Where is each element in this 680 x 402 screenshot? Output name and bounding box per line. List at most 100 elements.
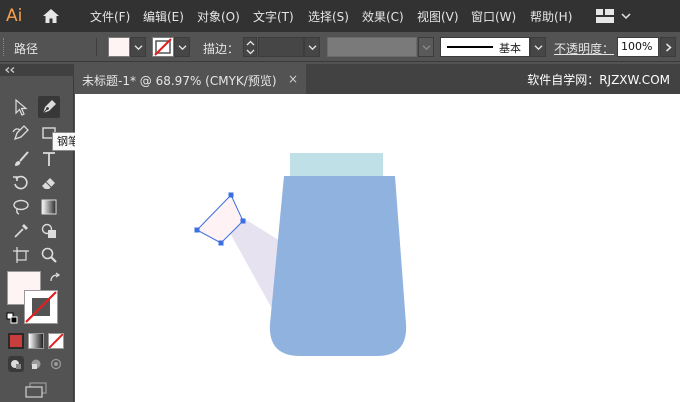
variable-width-profile[interactable] — [327, 37, 417, 57]
opacity-label[interactable]: 不透明度： — [554, 40, 614, 57]
no-stroke-icon — [25, 291, 57, 323]
anchor-point[interactable] — [228, 192, 234, 198]
artwork — [194, 153, 407, 356]
lasso-icon — [13, 199, 29, 215]
menu-effect[interactable]: 效果(C) — [362, 8, 404, 25]
anchor-point[interactable] — [218, 240, 224, 246]
selection-tool[interactable] — [10, 96, 32, 118]
gradient-mode-button[interactable] — [28, 333, 44, 349]
default-colors-icon[interactable] — [6, 312, 18, 324]
menu-file[interactable]: 文件(F) — [90, 8, 130, 25]
menu-help[interactable]: 帮助(H) — [530, 8, 572, 25]
menu-select[interactable]: 选择(S) — [308, 8, 349, 25]
fill-dropdown[interactable] — [130, 37, 146, 57]
paintbrush-icon — [15, 151, 29, 166]
brush-definition[interactable]: 基本 — [440, 37, 530, 57]
draw-behind-button[interactable] — [28, 356, 44, 372]
paintbrush-tool[interactable] — [10, 148, 32, 170]
chevron-right-icon — [666, 43, 672, 52]
stepper-arrows-icon — [246, 40, 255, 55]
color-mode-button[interactable] — [8, 333, 24, 349]
menu-type[interactable]: 文字(T) — [253, 8, 294, 25]
stroke-dropdown[interactable] — [174, 37, 190, 57]
eraser-tool[interactable] — [38, 172, 60, 194]
document-tab-title: 未标题-1* @ 68.97% (CMYK/预览) — [82, 74, 277, 88]
brush-style-label: 基本 — [499, 42, 521, 55]
rotate-tool[interactable] — [10, 172, 32, 194]
rotate-icon — [13, 175, 28, 190]
draw-normal-button[interactable] — [8, 356, 24, 372]
menu-bar: Ai 文件(F) 编辑(E) 对象(O) 文字(T) 选择(S) 效果(C) 视… — [0, 0, 680, 32]
stroke-weight-label: 描边： — [203, 42, 240, 56]
home-icon[interactable] — [42, 8, 60, 24]
divider — [96, 38, 97, 56]
pen-tool[interactable] — [38, 96, 60, 118]
document-tab[interactable]: 未标题-1* @ 68.97% (CMYK/预览) × — [74, 64, 306, 94]
chevron-down-icon — [134, 45, 143, 51]
chevron-down-icon — [534, 45, 543, 51]
pen-icon — [42, 100, 56, 114]
close-icon[interactable]: × — [288, 72, 298, 86]
curvature-tool[interactable] — [10, 122, 32, 144]
kettle-body-shape[interactable] — [269, 176, 407, 356]
draw-inside-icon — [50, 358, 62, 370]
workspace-switcher-icon[interactable] — [596, 9, 614, 23]
none-mode-button[interactable] — [48, 333, 64, 349]
curvature-pen-icon — [12, 125, 29, 141]
stroke-weight-dropdown[interactable] — [304, 37, 320, 57]
artboard-icon — [13, 247, 29, 263]
eraser-icon — [42, 178, 55, 189]
brush-stroke-preview — [447, 46, 493, 48]
eyedropper-icon — [14, 224, 28, 238]
artboard-tool[interactable] — [10, 244, 32, 266]
variable-width-dropdown[interactable] — [418, 37, 434, 57]
chevron-down-icon — [308, 45, 317, 51]
chevron-down-icon — [422, 45, 431, 51]
shape-builder-tool[interactable] — [38, 220, 60, 242]
eyedropper-tool[interactable] — [10, 220, 32, 242]
artboard-canvas[interactable] — [75, 94, 680, 402]
stroke-weight-stepper[interactable] — [243, 37, 257, 57]
kettle-lid-shape[interactable] — [290, 153, 383, 177]
brush-dropdown[interactable] — [530, 37, 546, 57]
stroke-color-swatch[interactable] — [152, 37, 174, 57]
stroke-swatch[interactable] — [24, 290, 58, 324]
menu-edit[interactable]: 编辑(E) — [143, 8, 184, 25]
draw-normal-icon — [11, 360, 21, 369]
swap-fill-stroke-icon[interactable] — [49, 272, 61, 284]
tools-panel — [0, 64, 74, 402]
stroke-weight-input[interactable] — [258, 37, 304, 57]
anchor-point[interactable] — [240, 218, 246, 224]
chevron-down-icon — [178, 45, 187, 51]
selection-type-label: 路径 — [14, 42, 39, 56]
tools-panel-header[interactable] — [0, 64, 74, 76]
draw-inside-button[interactable] — [48, 356, 64, 372]
anchor-point[interactable] — [194, 227, 200, 233]
menu-object[interactable]: 对象(O) — [197, 8, 240, 25]
chevron-down-icon[interactable] — [621, 12, 631, 20]
fill-color-swatch[interactable] — [108, 37, 130, 57]
type-tool[interactable] — [38, 148, 60, 170]
menu-window[interactable]: 窗口(W) — [471, 8, 516, 25]
shape-builder-icon — [41, 223, 56, 238]
lasso-tool[interactable] — [10, 196, 32, 218]
none-icon — [49, 334, 63, 348]
menu-view[interactable]: 视图(V) — [417, 8, 459, 25]
gradient-tool[interactable] — [38, 196, 60, 218]
watermark-text: 软件自学网：RJZXW.COM — [527, 73, 670, 87]
gradient-icon — [41, 199, 57, 215]
app-logo: Ai — [6, 6, 23, 26]
document-tab-bar: 未标题-1* @ 68.97% (CMYK/预览) × 软件自学网：RJZXW.… — [74, 64, 680, 94]
type-icon — [43, 152, 55, 166]
draw-behind-icon — [31, 359, 41, 369]
zoom-icon — [41, 247, 57, 263]
control-bar: 路径 描边： 基本 不透明度： 100% — [0, 32, 680, 62]
collapse-icon[interactable] — [5, 67, 15, 73]
opacity-input[interactable]: 100% — [617, 37, 659, 57]
selection-arrow-icon — [15, 98, 28, 116]
screen-mode-icon[interactable] — [24, 382, 48, 398]
zoom-tool[interactable] — [38, 244, 60, 266]
opacity-dropdown[interactable] — [660, 37, 676, 57]
no-stroke-icon — [154, 38, 172, 56]
panel-grip[interactable] — [3, 38, 6, 56]
